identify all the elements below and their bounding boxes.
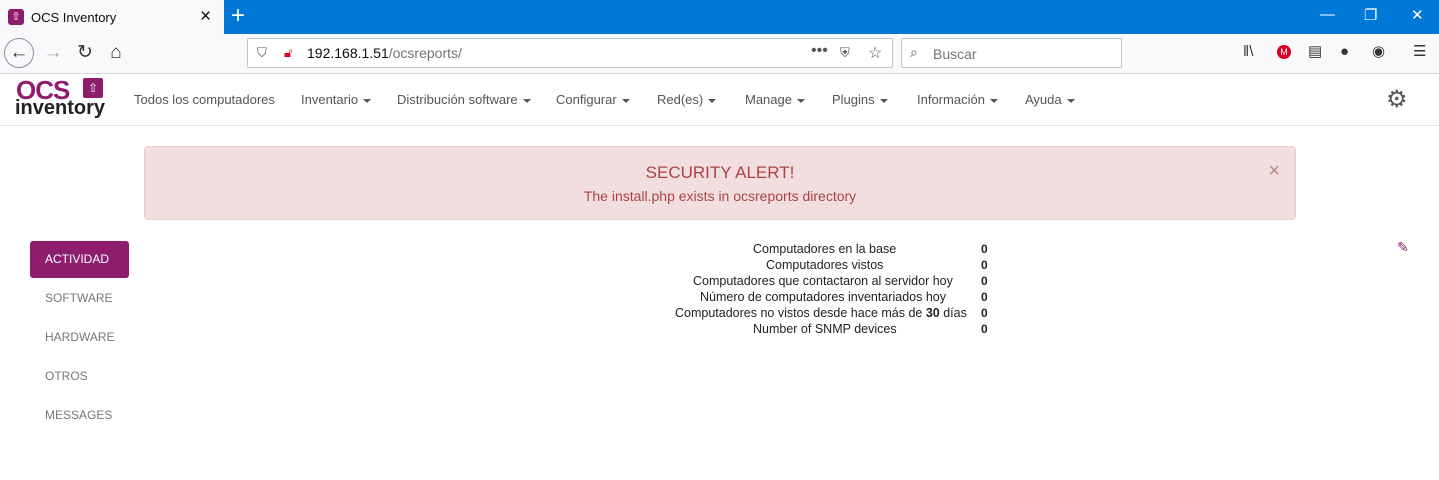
sidebar-icon[interactable]: ▤ <box>1308 43 1322 61</box>
alert-message: The install.php exists in ocsreports dir… <box>583 188 857 204</box>
sidebar-item-otros[interactable]: OTROS <box>30 358 129 395</box>
browser-titlebar: ⇧ OCS Inventory × + — ❐ ✕ <box>0 0 1439 34</box>
menu-todos-computadores[interactable]: Todos los computadores <box>134 92 275 107</box>
stat-value: 0 <box>981 258 988 272</box>
mega-extension-icon[interactable]: M <box>1277 45 1291 59</box>
window-close-icon[interactable]: ✕ <box>1411 6 1424 24</box>
stat-label: Number of SNMP devices <box>753 322 897 336</box>
menu-plugins[interactable]: Plugins <box>832 92 888 107</box>
stat-label: Computadores vistos <box>766 258 884 272</box>
search-bar[interactable]: ⌕ Buscar <box>901 38 1122 68</box>
edit-icon[interactable]: ✎ <box>1397 240 1409 254</box>
gear-icon[interactable]: ⚙ <box>1386 88 1408 112</box>
logo-text-inventory: inventory <box>15 97 106 119</box>
caret-down-icon <box>708 98 717 103</box>
stat-label: Computadores no vistos desde hace más de… <box>675 306 967 320</box>
extension-icon[interactable]: ● <box>1340 43 1349 61</box>
url-text[interactable]: 192.168.1.51/ocsreports/ <box>307 45 462 61</box>
menu-inventario[interactable]: Inventario <box>301 92 372 107</box>
security-alert: SECURITY ALERT! The install.php exists i… <box>144 146 1296 220</box>
url-bar[interactable]: ⛉ 🔓︎ 192.168.1.51/ocsreports/ ••• ⛨ ☆ <box>247 38 893 68</box>
sidebar-item-hardware[interactable]: HARDWARE <box>30 319 129 356</box>
caret-down-icon <box>522 98 531 103</box>
caret-down-icon <box>621 98 630 103</box>
home-icon[interactable]: ⌂ <box>101 38 131 68</box>
menu-redes[interactable]: Red(es) <box>657 92 717 107</box>
search-input[interactable]: Buscar <box>933 46 977 62</box>
stat-value: 0 <box>981 274 988 288</box>
caret-down-icon <box>1066 98 1075 103</box>
caret-down-icon <box>879 98 888 103</box>
forward-arrow-icon[interactable]: → <box>38 38 68 68</box>
logo-upload-icon: ⇧ <box>83 78 103 98</box>
sidebar-item-software[interactable]: SOFTWARE <box>30 280 129 317</box>
shield-icon[interactable]: ⛉ <box>257 45 267 61</box>
stat-value: 0 <box>981 290 988 304</box>
insecure-lock-icon[interactable]: 🔓︎ <box>284 45 292 61</box>
stat-value: 0 <box>981 242 988 256</box>
menu-ayuda[interactable]: Ayuda <box>1025 92 1075 107</box>
stat-label: Número de computadores inventariados hoy <box>700 290 946 304</box>
tab-close-icon[interactable]: × <box>200 7 211 26</box>
alert-title: SECURITY ALERT! <box>645 163 795 182</box>
tab-title: OCS Inventory <box>31 10 117 25</box>
page-actions-icon[interactable]: ••• <box>811 42 828 60</box>
library-icon[interactable]: ‖\ <box>1243 43 1253 61</box>
alert-close-icon[interactable]: × <box>1268 161 1280 181</box>
menu-informacion[interactable]: Información <box>917 92 998 107</box>
reload-icon[interactable]: ↻ <box>70 38 100 68</box>
menu-configurar[interactable]: Configurar <box>556 92 630 107</box>
caret-down-icon <box>989 98 998 103</box>
stat-label: Computadores que contactaron al servidor… <box>693 274 953 288</box>
menu-manage[interactable]: Manage <box>745 92 805 107</box>
ocs-logo[interactable]: OCS ⇧ inventory <box>15 77 107 122</box>
new-tab-icon[interactable]: + <box>231 3 245 29</box>
browser-tab[interactable]: ⇧ OCS Inventory × <box>0 0 224 34</box>
stat-value: 0 <box>981 322 988 336</box>
sidebar-item-actividad[interactable]: ACTIVIDAD <box>30 241 129 278</box>
account-icon[interactable]: ◉ <box>1372 43 1385 61</box>
stat-label: Computadores en la base <box>753 242 897 256</box>
bookmark-star-icon[interactable]: ☆ <box>868 43 882 63</box>
stat-value: 0 <box>981 306 988 320</box>
back-arrow-icon[interactable]: ← <box>4 38 34 68</box>
menu-hamburger-icon[interactable]: ☰ <box>1413 43 1426 61</box>
caret-down-icon <box>796 98 805 103</box>
restore-icon[interactable]: ❐ <box>1364 6 1377 24</box>
search-icon: ⌕ <box>910 44 918 60</box>
ocs-favicon-icon: ⇧ <box>8 9 24 25</box>
menu-distribucion-software[interactable]: Distribución software <box>397 92 531 107</box>
browser-navbar: ← → ↻ ⌂ ⛉ 🔓︎ 192.168.1.51/ocsreports/ ••… <box>0 34 1439 74</box>
caret-down-icon <box>363 98 372 103</box>
sidebar-item-messages[interactable]: MESSAGES <box>30 397 129 434</box>
pocket-icon[interactable]: ⛨ <box>840 45 850 61</box>
minimize-icon[interactable]: — <box>1320 6 1335 23</box>
